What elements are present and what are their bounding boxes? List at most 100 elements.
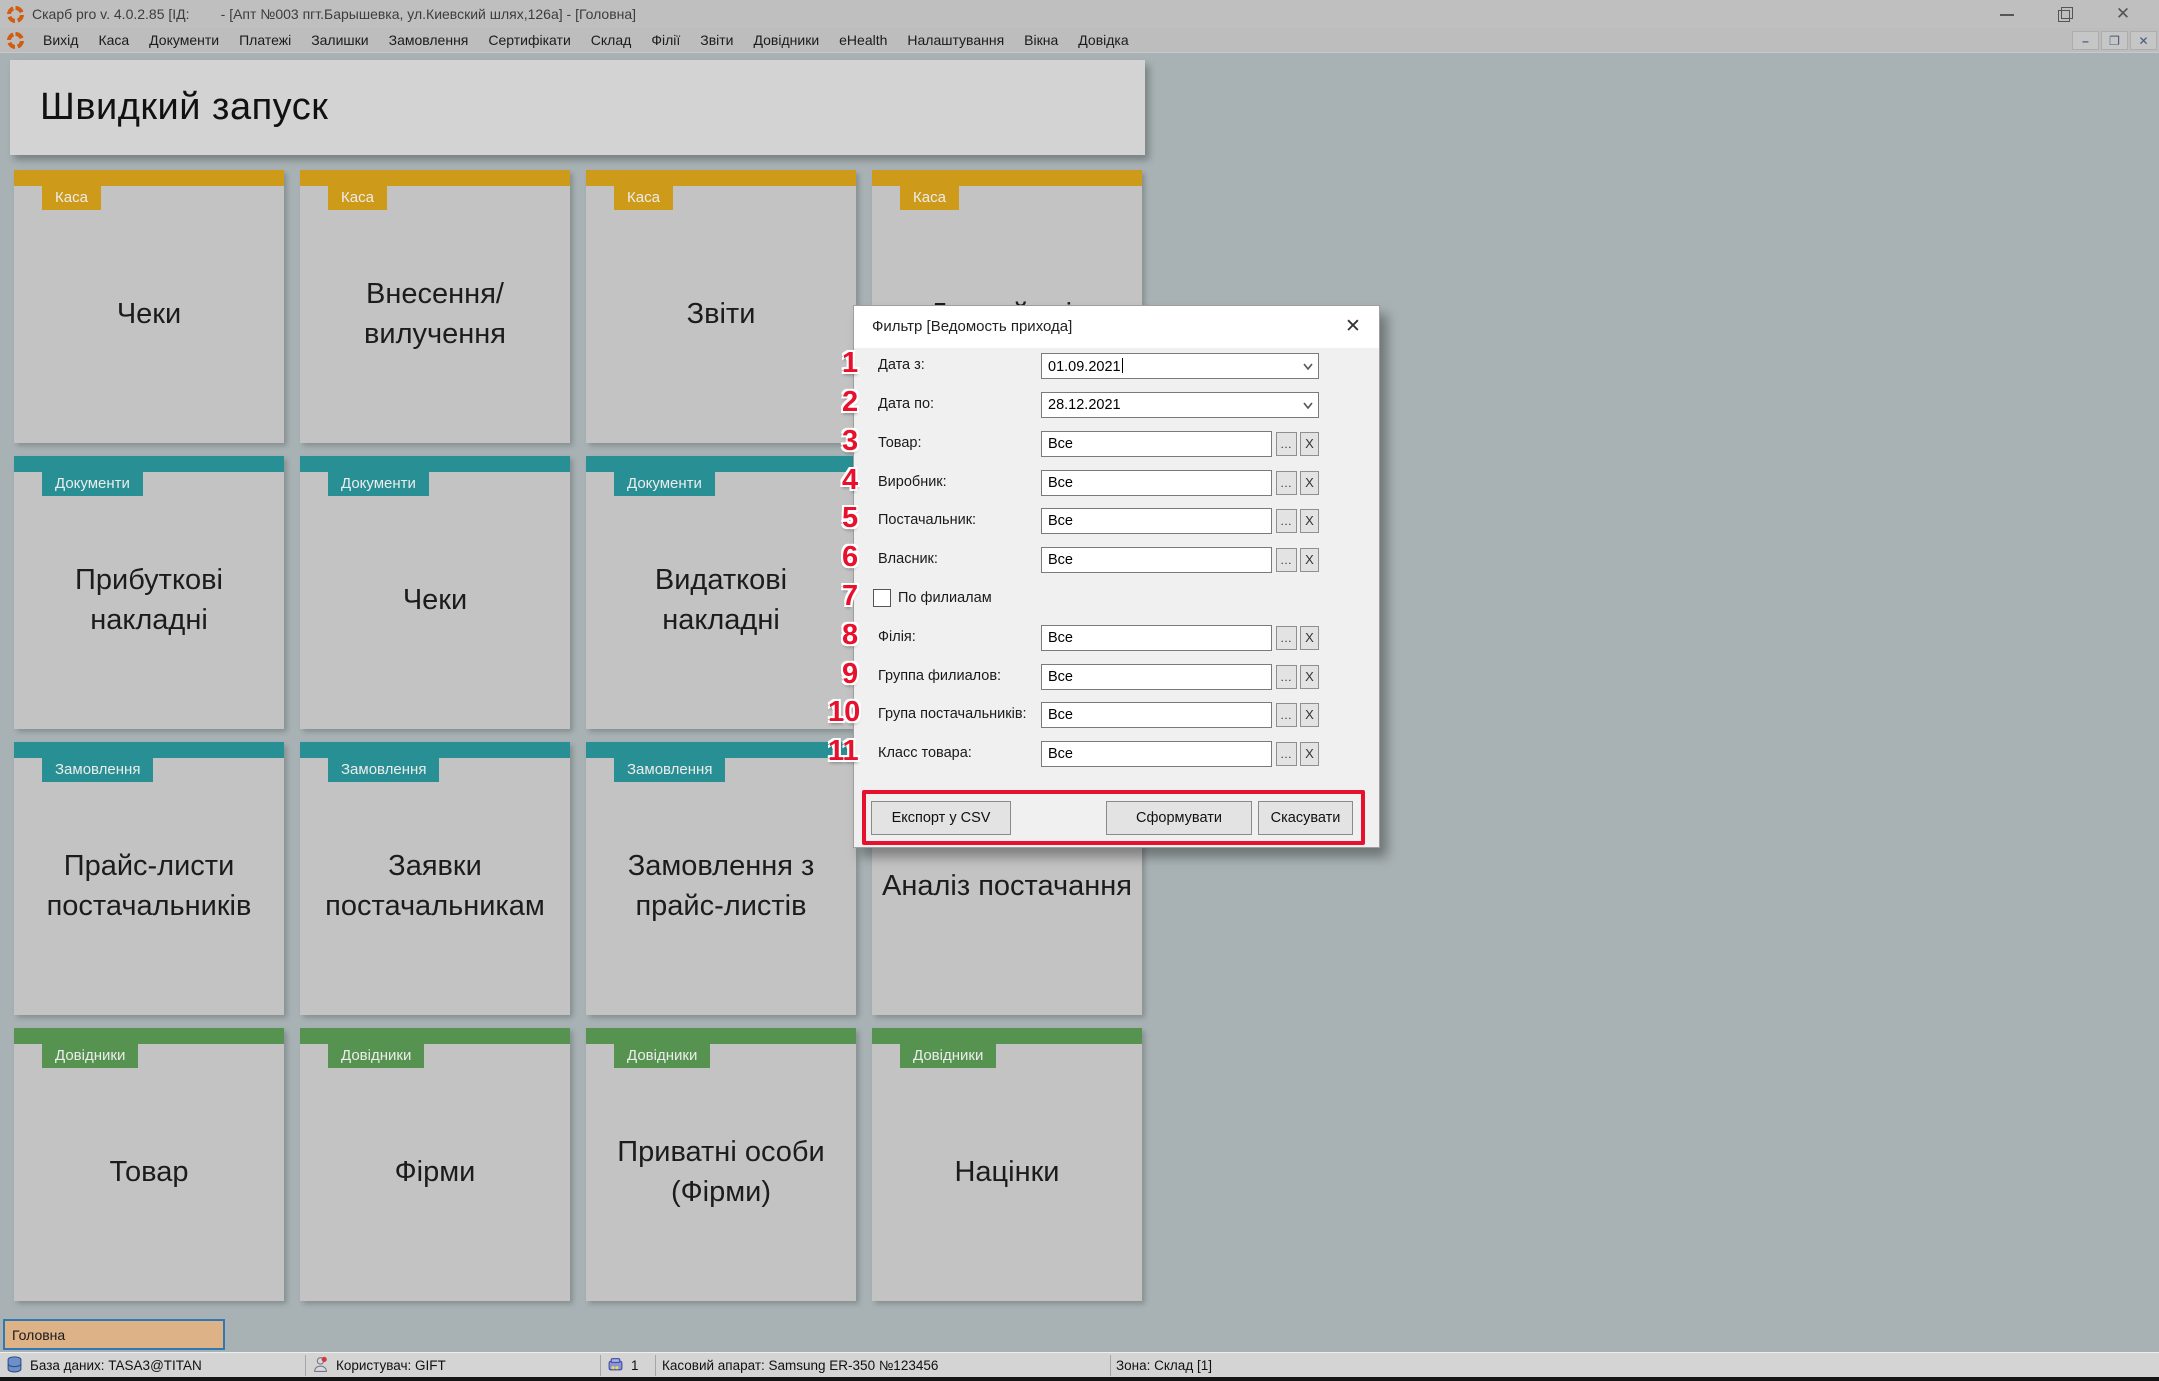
tile-category-bar <box>14 742 284 758</box>
tile-category-bar <box>300 170 570 186</box>
annotation-number-10: 10 <box>828 696 860 729</box>
field-label: Власник: <box>878 551 938 567</box>
filial-checkbox[interactable] <box>873 589 891 607</box>
field-label: Товар: <box>878 435 922 451</box>
lookup-more-button[interactable]: … <box>1276 703 1297 727</box>
status-text: Користувач: GIFT <box>336 1358 446 1373</box>
lookup-input[interactable]: Все <box>1041 470 1272 496</box>
lookup-more-button[interactable]: … <box>1276 432 1297 456</box>
menu-bar-items: ВихідКасаДокументиПлатежіЗалишкиЗамовлен… <box>33 29 1139 51</box>
lookup-more-button[interactable]: … <box>1276 471 1297 495</box>
mdi-minimize-icon[interactable]: – <box>2072 31 2099 50</box>
dialog-row-9: 9Группа филиалов:Все…X <box>854 664 1379 690</box>
tile-label: Націнки <box>872 1044 1142 1301</box>
lookup-input[interactable]: Все <box>1041 625 1272 651</box>
menu-item-9[interactable]: Звіти <box>690 29 743 51</box>
lookup-input[interactable]: Все <box>1041 547 1272 573</box>
dialog-row-6: 6Власник:Все…X <box>854 547 1379 573</box>
menu-item-10[interactable]: Довідники <box>744 29 830 51</box>
menu-item-14[interactable]: Довідка <box>1068 29 1138 51</box>
lookup-more-button[interactable]: … <box>1276 548 1297 572</box>
field-input-wrap: Все…X <box>1041 702 1319 728</box>
export-csv-button[interactable]: Експорт у CSV <box>871 801 1011 835</box>
menu-item-6[interactable]: Сертифікати <box>478 29 580 51</box>
minimize-icon[interactable] <box>1999 6 2015 22</box>
lookup-input[interactable]: Все <box>1041 431 1272 457</box>
annotation-number-7: 7 <box>842 580 858 613</box>
date-combo-input[interactable]: 01.09.2021 <box>1041 353 1319 379</box>
tile-label: Заявки постачальникам <box>300 758 570 1015</box>
lookup-input[interactable]: Все <box>1041 741 1272 767</box>
lookup-clear-button[interactable]: X <box>1300 742 1319 766</box>
tile-1-2[interactable]: ДокументиВидаткові накладні <box>586 456 856 729</box>
tile-2-2[interactable]: ЗамовленняЗамовлення з прайс-листів <box>586 742 856 1015</box>
filter-dialog: Фильтр [Ведомость прихода] ✕ 1Дата з:01.… <box>853 305 1380 848</box>
dialog-title: Фильтр [Ведомость прихода] <box>872 318 1072 335</box>
menu-item-13[interactable]: Вікна <box>1014 29 1068 51</box>
date-combo-input[interactable]: 28.12.2021 <box>1041 392 1319 418</box>
status-separator <box>655 1355 656 1376</box>
form-report-button[interactable]: Сформувати <box>1106 801 1252 835</box>
tile-label: Чеки <box>14 186 284 443</box>
menu-item-8[interactable]: Філії <box>641 29 690 51</box>
tile-0-0[interactable]: КасаЧеки <box>14 170 284 443</box>
menu-item-1[interactable]: Каса <box>88 29 139 51</box>
tile-2-1[interactable]: ЗамовленняЗаявки постачальникам <box>300 742 570 1015</box>
tile-3-2[interactable]: ДовідникиПриватні особи (Фірми) <box>586 1028 856 1301</box>
title-bar: Скарб pro v. 4.0.2.85 [ІД: - [Апт №003 п… <box>0 0 2159 28</box>
menu-item-7[interactable]: Склад <box>581 29 642 51</box>
page-title: Швидкий запуск <box>40 86 328 129</box>
menu-item-3[interactable]: Платежі <box>229 29 301 51</box>
field-label: Постачальник: <box>878 512 976 528</box>
lookup-clear-button[interactable]: X <box>1300 626 1319 650</box>
menu-item-5[interactable]: Замовлення <box>379 29 479 51</box>
dialog-close-icon[interactable]: ✕ <box>1341 315 1365 339</box>
lookup-input[interactable]: Все <box>1041 508 1272 534</box>
dialog-row-4: 4Виробник:Все…X <box>854 470 1379 496</box>
menu-logo-icon <box>7 32 24 49</box>
lookup-input[interactable]: Все <box>1041 702 1272 728</box>
lookup-clear-button[interactable]: X <box>1300 471 1319 495</box>
restore-icon[interactable] <box>2057 6 2073 22</box>
lookup-more-button[interactable]: … <box>1276 665 1297 689</box>
lookup-clear-button[interactable]: X <box>1300 432 1319 456</box>
register-icon <box>607 1356 624 1376</box>
annotation-number-1: 1 <box>842 347 858 380</box>
lookup-clear-button[interactable]: X <box>1300 703 1319 727</box>
menu-item-11[interactable]: eHealth <box>829 29 897 51</box>
cancel-button[interactable]: Скасувати <box>1258 801 1353 835</box>
menu-item-2[interactable]: Документи <box>139 29 229 51</box>
tile-label: Внесення/вилучення <box>300 186 570 443</box>
lookup-clear-button[interactable]: X <box>1300 509 1319 533</box>
lookup-more-button[interactable]: … <box>1276 626 1297 650</box>
dialog-row-1: 1Дата з:01.09.2021 <box>854 353 1379 379</box>
home-tab[interactable]: Головна <box>3 1319 225 1350</box>
close-icon[interactable]: ✕ <box>2115 6 2131 22</box>
lookup-clear-button[interactable]: X <box>1300 548 1319 572</box>
status-segment-4: Зона: Склад [1] <box>1116 1353 1212 1378</box>
quick-launch-panel: Швидкий запуск <box>10 60 1145 155</box>
text-caret <box>1122 358 1123 373</box>
status-separator <box>305 1355 306 1376</box>
tile-label: Прибуткові накладні <box>14 472 284 729</box>
tile-2-0[interactable]: ЗамовленняПрайс-листи постачальників <box>14 742 284 1015</box>
menu-item-12[interactable]: Налаштування <box>897 29 1014 51</box>
lookup-input[interactable]: Все <box>1041 664 1272 690</box>
annotation-number-3: 3 <box>842 425 858 458</box>
tile-3-0[interactable]: ДовідникиТовар <box>14 1028 284 1301</box>
tile-1-0[interactable]: ДокументиПрибуткові накладні <box>14 456 284 729</box>
menu-item-4[interactable]: Залишки <box>301 29 378 51</box>
tile-1-1[interactable]: ДокументиЧеки <box>300 456 570 729</box>
mdi-restore-icon[interactable]: ❐ <box>2101 31 2128 50</box>
field-input-wrap: Все…X <box>1041 547 1319 573</box>
tile-0-2[interactable]: КасаЗвіти <box>586 170 856 443</box>
mdi-close-icon[interactable]: ✕ <box>2130 31 2157 50</box>
lookup-more-button[interactable]: … <box>1276 742 1297 766</box>
tile-3-1[interactable]: ДовідникиФірми <box>300 1028 570 1301</box>
lookup-clear-button[interactable]: X <box>1300 665 1319 689</box>
status-bar: База даних: TASA3@TITANКористувач: GIFT1… <box>0 1352 2159 1377</box>
tile-0-1[interactable]: КасаВнесення/вилучення <box>300 170 570 443</box>
menu-item-0[interactable]: Вихід <box>33 29 88 51</box>
lookup-more-button[interactable]: … <box>1276 509 1297 533</box>
tile-3-3[interactable]: ДовідникиНацінки <box>872 1028 1142 1301</box>
